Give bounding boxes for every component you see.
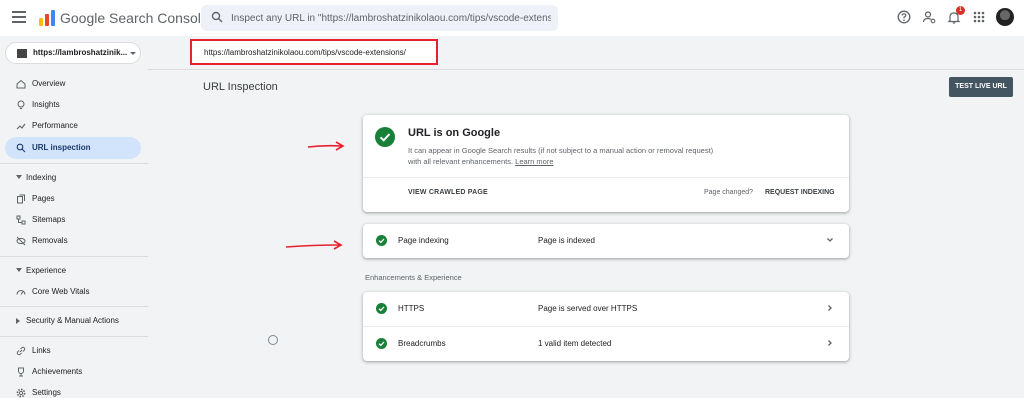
top-app-bar: Google Search Console 1 xyxy=(0,0,1024,36)
url-status-card: URL is on Google It can appear in Google… xyxy=(363,115,849,212)
gear-icon xyxy=(16,388,26,398)
app-title: Google Search Console xyxy=(60,10,209,26)
pages-icon xyxy=(17,194,25,204)
sidebar-item-overview[interactable]: Overview xyxy=(5,73,141,95)
learn-more-link[interactable]: Learn more xyxy=(515,157,553,166)
search-icon xyxy=(16,143,26,153)
chevron-right-icon xyxy=(828,340,832,346)
test-live-url-button[interactable]: TEST LIVE URL xyxy=(949,77,1013,97)
check-circle-icon xyxy=(375,127,395,147)
sidebar-divider xyxy=(0,256,148,257)
home-icon xyxy=(16,79,26,89)
sidebar-item-links[interactable]: Links xyxy=(5,340,141,362)
enhancements-card: HTTPS Page is served over HTTPS Breadcru… xyxy=(363,292,849,361)
cursor-ring xyxy=(268,335,278,345)
enhancement-label: Breadcrumbs xyxy=(398,339,446,348)
chevron-down-icon[interactable] xyxy=(826,236,834,244)
inspected-url-text: https://lambroshatzinikolaou.com/tips/vs… xyxy=(204,48,406,57)
page-title: URL Inspection xyxy=(203,81,278,93)
sidebar-item-url-inspection[interactable]: URL inspection xyxy=(5,137,141,159)
red-arrow-annotation xyxy=(285,240,343,250)
search-console-logo xyxy=(39,10,55,26)
trophy-icon xyxy=(18,367,24,377)
sidebar-item-pages[interactable]: Pages xyxy=(5,188,141,210)
chevron-down-icon xyxy=(130,52,136,55)
page-indexing-label: Page indexing xyxy=(398,236,449,245)
view-crawled-page-button[interactable]: VIEW CRAWLED PAGE xyxy=(408,189,488,196)
lightbulb-icon xyxy=(17,100,25,109)
inspected-url-highlight: https://lambroshatzinikolaou.com/tips/vs… xyxy=(190,39,438,65)
page-changed-label: Page changed? xyxy=(704,189,754,196)
sidebar-item-core-web-vitals[interactable]: Core Web Vitals xyxy=(5,281,141,303)
sidebar-item-label: Pages xyxy=(32,194,55,203)
status-description: It can appear in Google Search results (… xyxy=(408,145,728,167)
sidebar-item-label: Links xyxy=(32,346,51,355)
removals-icon xyxy=(16,236,26,246)
card-divider xyxy=(363,177,849,178)
enhancement-row-https[interactable]: HTTPS Page is served over HTTPS xyxy=(363,292,849,326)
sidebar-section-indexing[interactable]: Indexing xyxy=(5,170,141,186)
sidebar-divider xyxy=(0,163,148,164)
notification-count-badge: 1 xyxy=(956,6,965,15)
sitemap-icon xyxy=(16,215,26,225)
link-icon xyxy=(16,346,26,356)
sidebar-section-security[interactable]: Security & Manual Actions xyxy=(5,313,141,329)
header-divider xyxy=(148,69,1024,70)
enhancements-section-title: Enhancements & Experience xyxy=(365,273,462,282)
url-inspect-input[interactable] xyxy=(231,5,551,31)
status-description-text: It can appear in Google Search results (… xyxy=(408,146,714,166)
account-avatar[interactable] xyxy=(996,8,1014,26)
search-icon xyxy=(211,11,223,23)
sidebar-item-label: Settings xyxy=(32,388,61,397)
sidebar-item-label: Sitemaps xyxy=(32,215,66,224)
apps-grid-icon[interactable] xyxy=(972,10,986,24)
sidebar-section-label: Indexing xyxy=(26,173,57,182)
sidebar-item-achievements[interactable]: Achievements xyxy=(5,361,141,383)
caret-down-icon xyxy=(16,175,22,179)
sidebar-item-label: Insights xyxy=(32,100,60,109)
sidebar-item-insights[interactable]: Insights xyxy=(5,94,141,116)
sidebar-divider xyxy=(0,336,148,337)
url-inspect-search-bar[interactable] xyxy=(201,5,558,31)
hamburger-menu-icon[interactable] xyxy=(12,11,26,23)
check-circle-icon xyxy=(376,235,387,246)
status-title: URL is on Google xyxy=(408,127,501,139)
sidebar-item-label: URL inspection xyxy=(32,143,91,152)
enhancement-label: HTTPS xyxy=(398,304,425,313)
check-circle-icon xyxy=(376,303,387,314)
sidebar-item-label: Performance xyxy=(32,121,78,130)
trending-up-icon xyxy=(16,123,26,130)
caret-down-icon xyxy=(16,268,22,272)
enhancement-value: Page is served over HTTPS xyxy=(538,304,638,313)
help-icon[interactable] xyxy=(897,10,911,24)
sidebar-section-label: Experience xyxy=(26,266,67,275)
sidebar-item-settings[interactable]: Settings xyxy=(5,382,141,398)
enhancement-value: 1 valid item detected xyxy=(538,339,612,348)
sidebar-section-label: Security & Manual Actions xyxy=(26,316,119,325)
sidebar-item-label: Removals xyxy=(32,236,68,245)
gauge-icon xyxy=(16,289,26,295)
check-circle-icon xyxy=(376,338,387,349)
sidebar-item-label: Overview xyxy=(32,79,66,88)
sidebar-divider xyxy=(0,306,148,307)
sidebar-item-removals[interactable]: Removals xyxy=(5,230,141,252)
enhancement-row-breadcrumbs[interactable]: Breadcrumbs 1 valid item detected xyxy=(363,327,849,361)
sidebar-item-label: Achievements xyxy=(32,367,83,376)
request-indexing-button[interactable]: REQUEST INDEXING xyxy=(765,189,835,196)
sidebar-item-label: Core Web Vitals xyxy=(32,287,90,296)
page-indexing-row[interactable]: Page indexing Page is indexed xyxy=(363,224,849,258)
red-arrow-annotation xyxy=(307,141,345,151)
page-indexing-value: Page is indexed xyxy=(538,236,595,245)
manage-users-icon[interactable] xyxy=(922,10,936,24)
property-selector[interactable]: https://lambroshatzinik... xyxy=(5,42,141,64)
sidebar-item-performance[interactable]: Performance xyxy=(5,115,141,137)
chevron-right-icon xyxy=(828,305,832,311)
sidebar-section-experience[interactable]: Experience xyxy=(5,263,141,279)
property-label: https://lambroshatzinik... xyxy=(33,48,128,57)
site-favicon-icon xyxy=(17,49,27,58)
sidebar-item-sitemaps[interactable]: Sitemaps xyxy=(5,209,141,231)
caret-right-icon xyxy=(16,318,20,324)
